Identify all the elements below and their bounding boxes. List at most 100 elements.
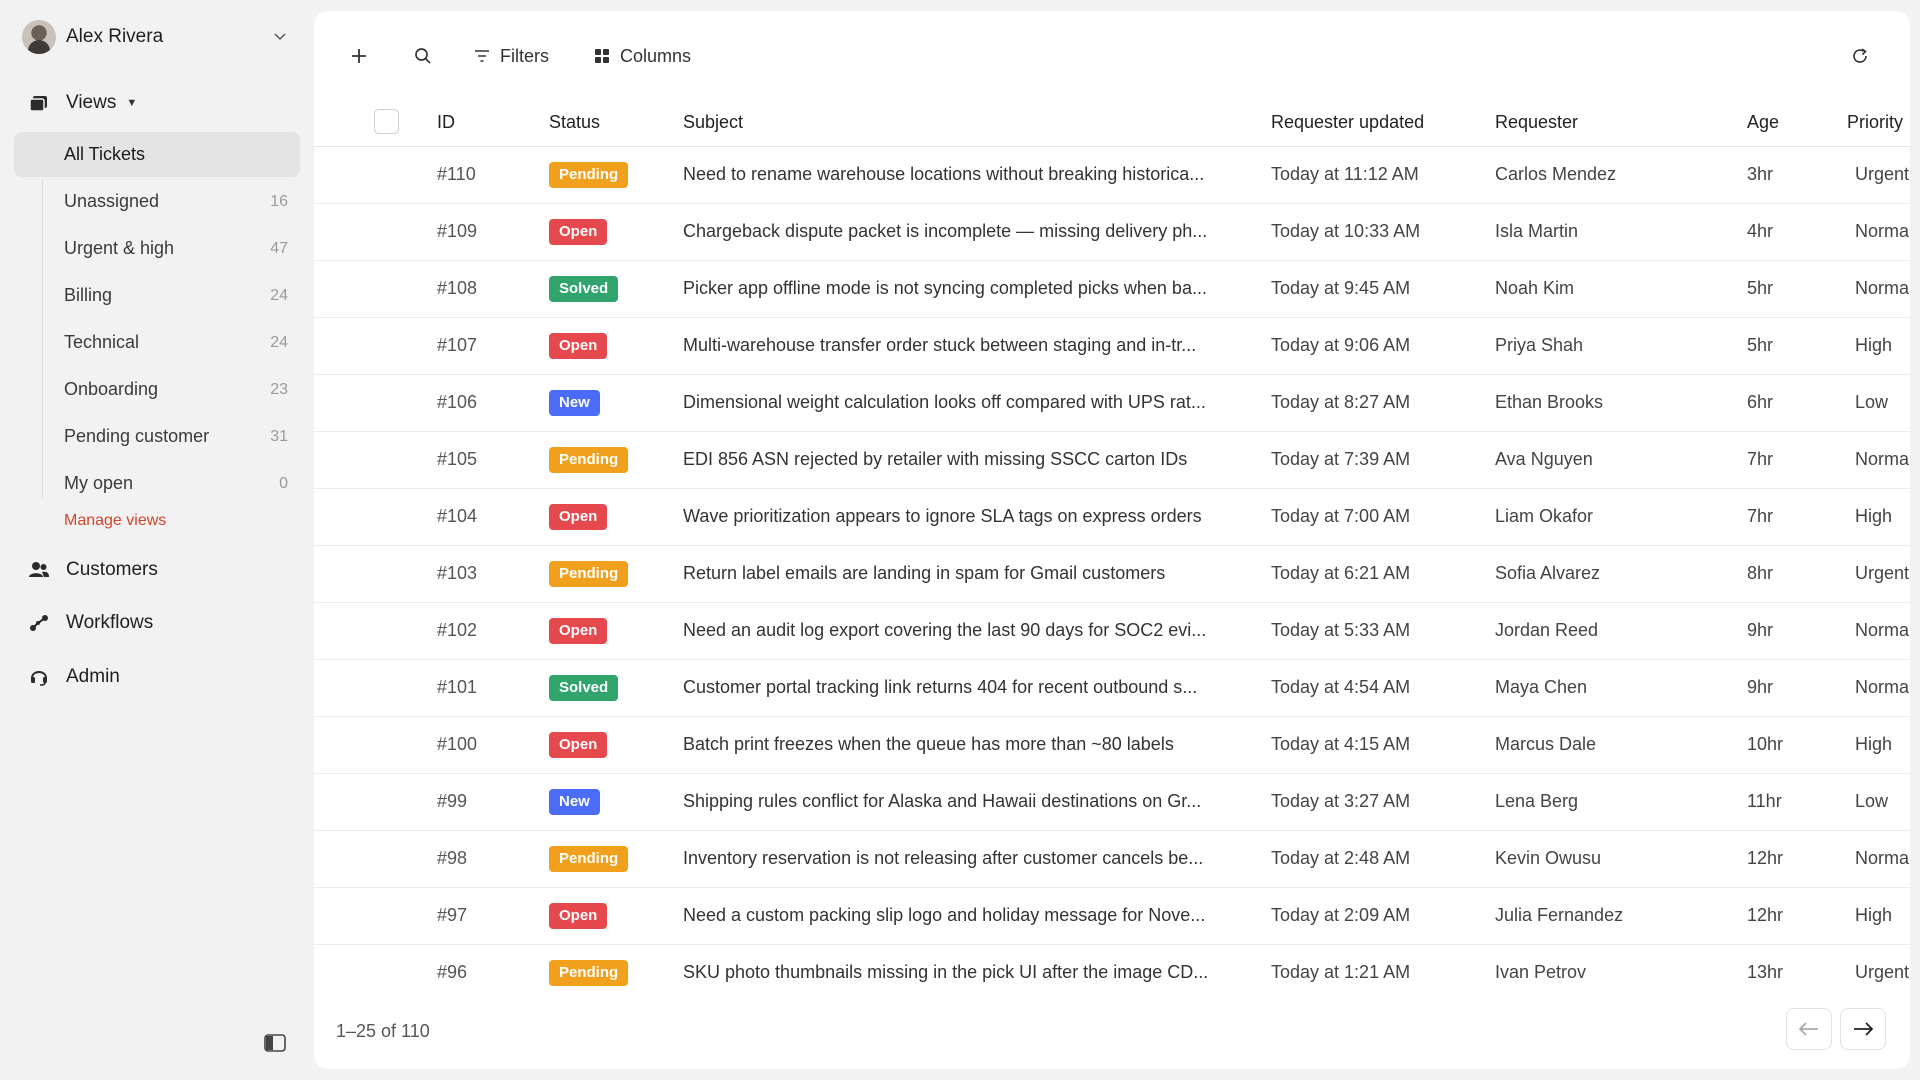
ticket-subject: Need to rename warehouse locations witho… bbox=[683, 164, 1205, 184]
add-ticket-button[interactable] bbox=[350, 41, 368, 71]
table-row[interactable]: #97 Need a custom packing slip logo and h… bbox=[314, 888, 1910, 945]
view-item-urgent-high[interactable]: Urgent & high 47 bbox=[14, 226, 300, 271]
nav-customers[interactable]: Customers bbox=[14, 550, 300, 590]
col-requester-updated[interactable]: Requester updated bbox=[1271, 112, 1424, 133]
col-requester[interactable]: Requester bbox=[1495, 112, 1578, 133]
view-item-technical[interactable]: Technical 24 bbox=[14, 320, 300, 365]
table-row[interactable]: #99 Shipping rules conflict for Alaska an… bbox=[314, 774, 1910, 831]
view-item-billing[interactable]: Billing 24 bbox=[14, 273, 300, 318]
status-badge: Open bbox=[549, 504, 608, 530]
ticket-age: 6hr bbox=[1747, 392, 1774, 412]
requester-updated: Today at 8:27 AM bbox=[1271, 392, 1411, 412]
table-row[interactable]: #104 Wave prioritization appears to ignor… bbox=[314, 489, 1910, 546]
ticket-age: 9hr bbox=[1747, 677, 1774, 697]
view-item-all-tickets[interactable]: All Tickets bbox=[14, 132, 300, 177]
table-row[interactable]: #108 Picker app offline mode is not synci… bbox=[314, 261, 1910, 318]
sidebar: Alex Rivera Views ▼ All Tickets Unassigne… bbox=[0, 0, 314, 1080]
columns-button[interactable]: Columns bbox=[594, 41, 691, 71]
table-header: ID Status Subject Requester updated Requ… bbox=[314, 100, 1910, 147]
requester-updated: Today at 4:15 AM bbox=[1271, 734, 1411, 754]
requester-name: Kevin Owusu bbox=[1495, 848, 1602, 868]
table-row[interactable]: #106 Dimensional weight calculation looks… bbox=[314, 375, 1910, 432]
status-badge: Open bbox=[549, 903, 608, 929]
table-row[interactable]: #105 EDI 856 ASN rejected by retailer wit… bbox=[314, 432, 1910, 489]
status-badge: Open bbox=[549, 732, 608, 758]
table-row[interactable]: #96 SKU photo thumbnails missing in the p… bbox=[314, 945, 1910, 1002]
requester-updated: Today at 6:21 AM bbox=[1271, 563, 1411, 583]
view-item-unassigned[interactable]: Unassigned 16 bbox=[14, 179, 300, 224]
col-status[interactable]: Status bbox=[549, 112, 600, 133]
arrow-right-icon bbox=[1854, 1022, 1873, 1036]
view-label: Pending customer bbox=[64, 426, 210, 446]
view-count: 47 bbox=[270, 239, 288, 257]
next-page-button[interactable] bbox=[1840, 1008, 1886, 1050]
ticket-age: 3hr bbox=[1747, 164, 1774, 184]
ticket-subject: Batch print freezes when the queue has m… bbox=[683, 734, 1174, 754]
ticket-id: #102 bbox=[437, 620, 478, 640]
status-badge: Pending bbox=[549, 447, 629, 473]
requester-updated: Today at 9:45 AM bbox=[1271, 278, 1411, 298]
ticket-id: #104 bbox=[437, 506, 478, 526]
col-subject[interactable]: Subject bbox=[683, 112, 743, 133]
refresh-button[interactable] bbox=[1851, 41, 1869, 71]
table-row[interactable]: #100 Batch print freezes when the queue h… bbox=[314, 717, 1910, 774]
view-item-my-open[interactable]: My open 0 bbox=[14, 461, 300, 506]
user-menu[interactable]: Alex Rivera bbox=[22, 20, 298, 54]
status-cell: Open bbox=[549, 903, 608, 929]
view-label: Unassigned bbox=[64, 191, 160, 211]
sidebar-toggle-icon[interactable] bbox=[264, 1034, 286, 1052]
chevron-down-icon[interactable] bbox=[274, 30, 286, 42]
table-row[interactable]: #101 Customer portal tracking link return… bbox=[314, 660, 1910, 717]
view-label: All Tickets bbox=[64, 144, 146, 164]
col-age[interactable]: Age bbox=[1747, 112, 1779, 133]
requester-name: Ethan Brooks bbox=[1495, 392, 1604, 412]
requester-updated: Today at 9:06 AM bbox=[1271, 335, 1411, 355]
table-row[interactable]: #109 Chargeback dispute packet is incompl… bbox=[314, 204, 1910, 261]
views-label: Views bbox=[66, 92, 117, 113]
status-badge: Open bbox=[549, 333, 608, 359]
ticket-id: #107 bbox=[437, 335, 478, 355]
view-label: Billing bbox=[64, 285, 113, 305]
view-label: Technical bbox=[64, 332, 140, 352]
search-button[interactable] bbox=[414, 41, 432, 71]
table-row[interactable]: #107 Multi-warehouse transfer order stuck… bbox=[314, 318, 1910, 375]
requester-name: Liam Okafor bbox=[1495, 506, 1594, 526]
ticket-age: 10hr bbox=[1747, 734, 1784, 754]
table-row[interactable]: #98 Inventory reservation is not releasin… bbox=[314, 831, 1910, 888]
requester-updated: Today at 7:39 AM bbox=[1271, 449, 1411, 469]
prev-page-button[interactable] bbox=[1786, 1008, 1832, 1050]
status-badge: Pending bbox=[549, 846, 629, 872]
views-header[interactable]: Views ▼ bbox=[14, 83, 300, 123]
status-cell: Solved bbox=[549, 675, 619, 701]
ticket-subject: Multi-warehouse transfer order stuck bet… bbox=[683, 335, 1197, 355]
view-item-onboarding[interactable]: Onboarding 23 bbox=[14, 367, 300, 412]
status-cell: Open bbox=[549, 618, 608, 644]
pagination-range: 1–25 of 110 bbox=[336, 1021, 430, 1041]
ticket-age: 13hr bbox=[1747, 962, 1784, 982]
requester-updated: Today at 2:09 AM bbox=[1271, 905, 1411, 925]
view-item-pending-customer[interactable]: Pending customer 31 bbox=[14, 414, 300, 459]
col-id[interactable]: ID bbox=[437, 112, 455, 133]
workflow-icon bbox=[28, 612, 50, 634]
ticket-age: 8hr bbox=[1747, 563, 1774, 583]
ticket-subject: Picker app offline mode is not syncing c… bbox=[683, 278, 1207, 298]
ticket-priority: Low bbox=[1855, 392, 1889, 412]
table-row[interactable]: #103 Return label emails are landing in s… bbox=[314, 546, 1910, 603]
status-cell: Open bbox=[549, 504, 608, 530]
table-row[interactable]: #110 Need to rename warehouse locations w… bbox=[314, 147, 1910, 204]
nav-workflows[interactable]: Workflows bbox=[14, 603, 300, 643]
col-priority[interactable]: Priority bbox=[1847, 112, 1903, 133]
requester-updated: Today at 11:12 AM bbox=[1271, 164, 1419, 184]
ticket-priority: Normal bbox=[1855, 620, 1910, 640]
filters-button[interactable]: Filters bbox=[474, 41, 549, 71]
select-all-checkbox[interactable] bbox=[374, 109, 399, 134]
manage-views-link[interactable]: Manage views bbox=[64, 512, 166, 530]
nav-admin[interactable]: Admin bbox=[14, 657, 300, 697]
view-count: 23 bbox=[270, 380, 288, 398]
view-count: 24 bbox=[270, 333, 288, 351]
table-row[interactable]: #102 Need an audit log export covering th… bbox=[314, 603, 1910, 660]
ticket-priority: High bbox=[1855, 734, 1893, 754]
requester-updated: Today at 4:54 AM bbox=[1271, 677, 1411, 697]
requester-name: Priya Shah bbox=[1495, 335, 1584, 355]
status-badge: Pending bbox=[549, 561, 629, 587]
